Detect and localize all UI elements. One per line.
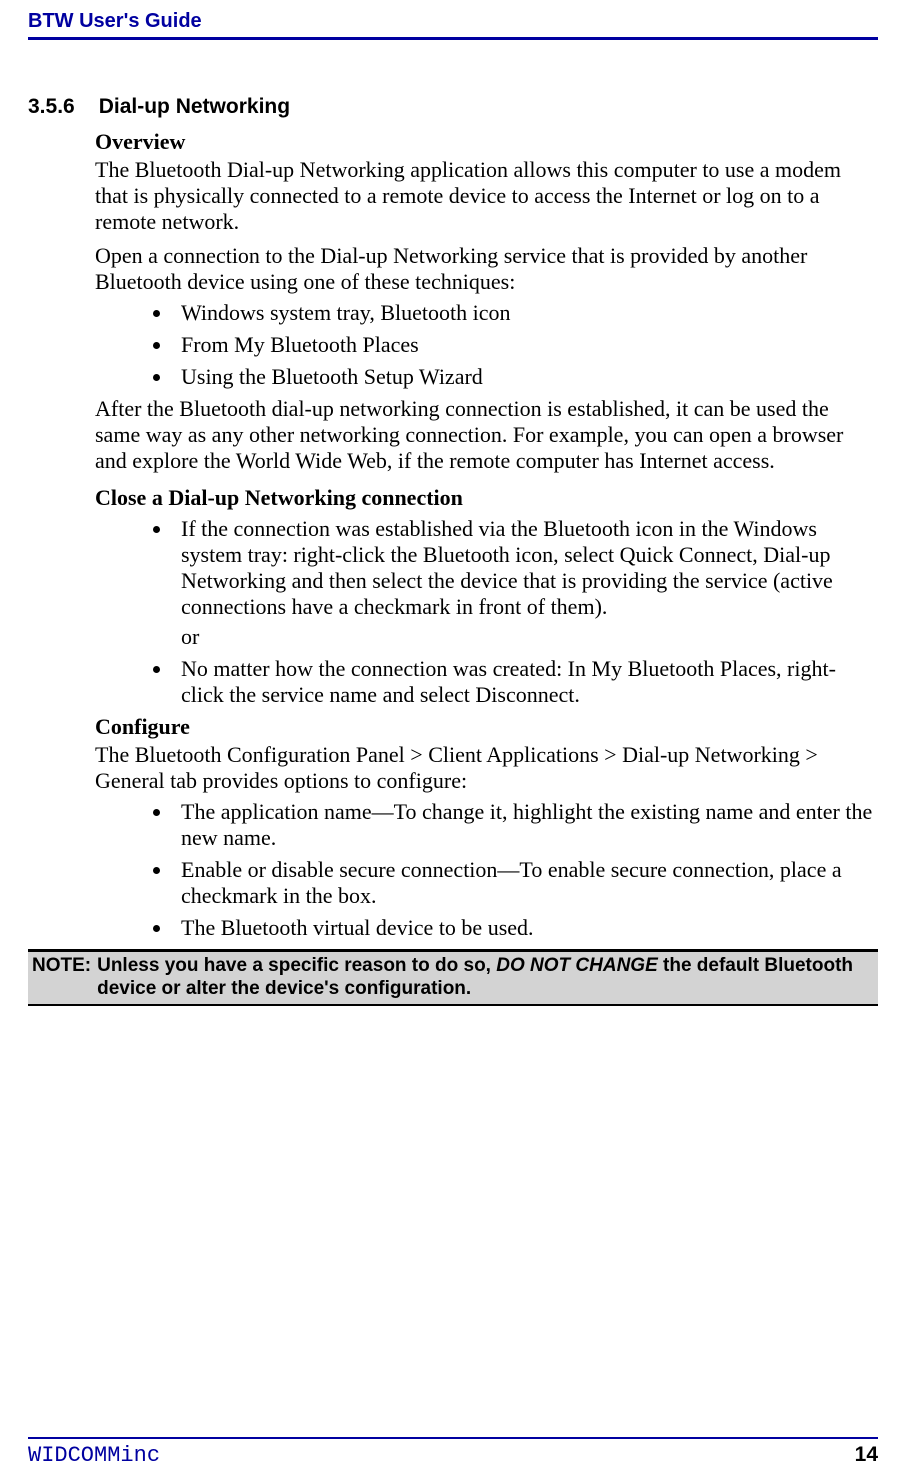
page-number: 14 — [855, 1443, 878, 1467]
page-footer: WIDCOMMinc 14 — [28, 1437, 878, 1468]
list-item: The application name—To change it, highl… — [173, 799, 878, 851]
section-title: Dial-up Networking — [99, 95, 290, 118]
close-bullets-2: No matter how the connection was created… — [173, 656, 878, 708]
note-emphasis: DO NOT CHANGE — [496, 955, 658, 976]
footer-left: WIDCOMMinc — [28, 1443, 160, 1468]
overview-p1: The Bluetooth Dial-up Networking applica… — [95, 157, 878, 235]
list-item: Enable or disable secure connection—To e… — [173, 857, 878, 909]
section-heading: 3.5.6 Dial-up Networking — [28, 95, 878, 119]
note-box: NOTE: Unless you have a specific reason … — [28, 949, 878, 1006]
close-heading: Close a Dial-up Networking connection — [95, 485, 878, 511]
overview-bullets: Windows system tray, Bluetooth icon From… — [173, 300, 878, 390]
configure-p1: The Bluetooth Configuration Panel > Clie… — [95, 742, 878, 794]
overview-p3: After the Bluetooth dial-up networking c… — [95, 396, 878, 474]
list-item: No matter how the connection was created… — [173, 656, 878, 708]
list-item: The Bluetooth virtual device to be used. — [173, 915, 878, 941]
note-label: NOTE: — [32, 954, 97, 1000]
overview-heading: Overview — [95, 129, 878, 155]
document-header-title: BTW User's Guide — [28, 10, 878, 33]
note-pre: Unless you have a specific reason to do … — [97, 955, 496, 976]
note-text: Unless you have a specific reason to do … — [97, 954, 874, 1000]
list-item: Using the Bluetooth Setup Wizard — [173, 364, 878, 390]
close-or: or — [173, 624, 878, 650]
close-bullets: If the connection was established via th… — [173, 516, 878, 620]
configure-heading: Configure — [95, 714, 878, 740]
header-rule — [28, 37, 878, 40]
list-item: From My Bluetooth Places — [173, 332, 878, 358]
configure-bullets: The application name—To change it, highl… — [173, 799, 878, 941]
list-item: Windows system tray, Bluetooth icon — [173, 300, 878, 326]
list-item: If the connection was established via th… — [173, 516, 878, 620]
overview-p2: Open a connection to the Dial-up Network… — [95, 243, 878, 295]
section-number: 3.5.6 — [28, 95, 75, 119]
